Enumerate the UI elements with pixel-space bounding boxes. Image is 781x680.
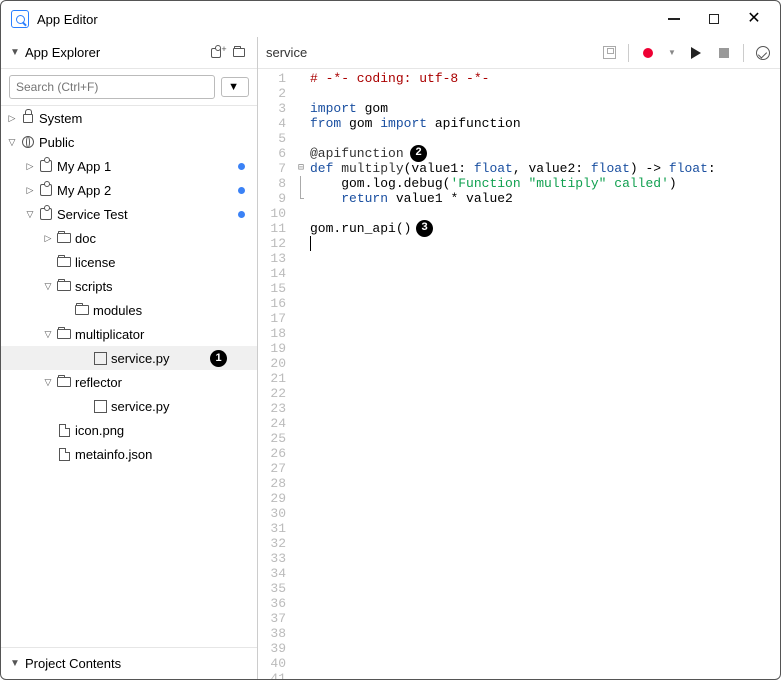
- tree-item-servicetest[interactable]: ▽Service Test: [1, 202, 257, 226]
- lock-icon: [23, 114, 33, 123]
- puzzle-icon: [40, 160, 52, 172]
- folder-icon: [75, 305, 89, 315]
- chevron-down-icon: ▼: [9, 658, 21, 669]
- editor-pane: service ▼ 123456789101112131415161718192…: [258, 37, 780, 679]
- folder-icon: [57, 329, 71, 339]
- folder-icon: [57, 281, 71, 291]
- check-button[interactable]: [754, 44, 772, 62]
- puzzle-icon: [40, 184, 52, 196]
- annotation-badge-3: 3: [416, 220, 433, 237]
- tree-item-metainfo[interactable]: ▷metainfo.json: [1, 442, 257, 466]
- run-button[interactable]: [687, 44, 705, 62]
- code-editor[interactable]: 1234567891011121314151617181920212223242…: [258, 69, 780, 679]
- record-button[interactable]: [639, 44, 657, 62]
- line-gutter: 1234567891011121314151617181920212223242…: [258, 69, 294, 679]
- tree-item-scripts[interactable]: ▽scripts: [1, 274, 257, 298]
- minimize-button[interactable]: [654, 4, 694, 34]
- tree-item-servicepy-2[interactable]: ▷service.py: [1, 394, 257, 418]
- tree-item-license[interactable]: ▷license: [1, 250, 257, 274]
- annotation-badge-1: 1: [210, 350, 227, 367]
- editor-toolbar: service ▼: [258, 37, 780, 69]
- python-file-icon: [94, 352, 107, 365]
- globe-icon: [22, 136, 34, 148]
- stop-button[interactable]: [715, 44, 733, 62]
- add-app-icon[interactable]: +: [209, 43, 229, 63]
- record-dropdown[interactable]: ▼: [667, 44, 677, 62]
- search-input[interactable]: [9, 75, 215, 99]
- folder-icon: [57, 233, 71, 243]
- annotation-badge-2: 2: [410, 145, 427, 162]
- tree-item-reflector[interactable]: ▽reflector: [1, 370, 257, 394]
- python-file-icon: [94, 400, 107, 413]
- app-icon: [11, 10, 29, 28]
- modified-dot: [238, 187, 245, 194]
- folder-icon: [57, 257, 71, 267]
- modified-dot: [238, 211, 245, 218]
- modified-dot: [238, 163, 245, 170]
- explorer-tree[interactable]: ▷System ▽Public ▷My App 1 ▷My App 2 ▽Ser…: [1, 106, 257, 647]
- folder-icon: [57, 377, 71, 387]
- window-title: App Editor: [37, 12, 98, 27]
- tree-item-doc[interactable]: ▷doc: [1, 226, 257, 250]
- tree-item-servicepy-1[interactable]: ▷service.py1: [1, 346, 257, 370]
- tree-item-multiplicator[interactable]: ▽multiplicator: [1, 322, 257, 346]
- save-button[interactable]: [600, 44, 618, 62]
- app-explorer-label: App Explorer: [25, 45, 209, 60]
- maximize-button[interactable]: [694, 4, 734, 34]
- app-explorer-header[interactable]: ▼ App Explorer +: [1, 37, 257, 69]
- tree-item-public[interactable]: ▽Public: [1, 130, 257, 154]
- filter-button[interactable]: ▼: [221, 77, 249, 97]
- tree-item-modules[interactable]: ▷modules: [1, 298, 257, 322]
- sidebar: ▼ App Explorer + ▼ ▷System ▽Public ▷My A…: [1, 37, 258, 679]
- close-button[interactable]: ✕: [734, 4, 774, 34]
- tree-item-system[interactable]: ▷System: [1, 106, 257, 130]
- import-icon[interactable]: [229, 43, 249, 63]
- editor-filename: service: [266, 45, 590, 60]
- project-contents-label: Project Contents: [25, 656, 249, 671]
- puzzle-icon: [40, 208, 52, 220]
- image-file-icon: [59, 424, 70, 437]
- titlebar: App Editor ✕: [1, 1, 780, 37]
- tree-item-myapp1[interactable]: ▷My App 1: [1, 154, 257, 178]
- funnel-icon: ▼: [228, 81, 239, 93]
- tree-item-iconpng[interactable]: ▷icon.png: [1, 418, 257, 442]
- project-contents-header[interactable]: ▼ Project Contents: [1, 647, 257, 679]
- chevron-down-icon: ▼: [9, 47, 21, 58]
- code-source[interactable]: # -*- coding: utf-8 -*- import gomfrom g…: [294, 69, 780, 679]
- json-file-icon: [59, 448, 70, 461]
- tree-item-myapp2[interactable]: ▷My App 2: [1, 178, 257, 202]
